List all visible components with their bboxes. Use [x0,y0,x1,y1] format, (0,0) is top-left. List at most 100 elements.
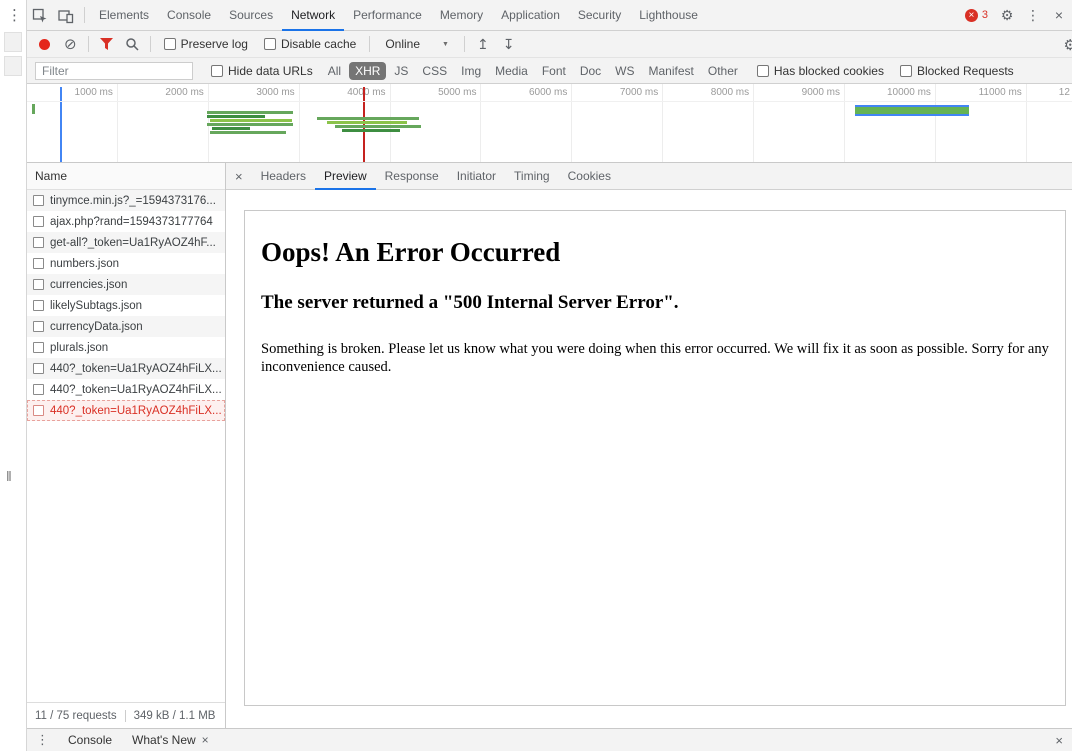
tab-application[interactable]: Application [492,0,569,31]
tick-label: 6000 ms [529,87,567,98]
tab-close-icon[interactable]: × [202,729,209,751]
filter-pill-css[interactable]: CSS [416,62,453,80]
waterfall-bar [212,127,250,130]
tab-security[interactable]: Security [569,0,630,31]
filter-pill-img[interactable]: Img [455,62,487,80]
filter-pill-media[interactable]: Media [489,62,534,80]
tick-label: 9000 ms [802,87,840,98]
table-row[interactable]: 440?_token=Ua1RyAOZ4hFiLX... [27,379,225,400]
filter-pill-xhr[interactable]: XHR [349,62,386,80]
checkbox-icon [757,65,769,77]
separator [88,36,89,52]
filter-pill-font[interactable]: Font [536,62,572,80]
file-icon [33,363,44,374]
clear-icon[interactable]: ⊘ [64,37,77,52]
tab-timing[interactable]: Timing [505,163,559,190]
network-conditions-gear-icon[interactable]: ⚙ [1064,36,1072,54]
table-row[interactable]: likelySubtags.json [27,295,225,316]
disable-cache-checkbox[interactable]: Disable cache [264,37,356,51]
table-row[interactable]: ajax.php?rand=1594373177764 [27,211,225,232]
filter-pill-other[interactable]: Other [702,62,744,80]
tab-lighthouse[interactable]: Lighthouse [630,0,707,31]
tab-headers[interactable]: Headers [252,163,315,190]
has-blocked-cookies-checkbox[interactable]: Has blocked cookies [757,64,884,78]
filter-pill-doc[interactable]: Doc [574,62,607,80]
close-devtools-icon[interactable]: × [1046,0,1072,31]
preview-pane: Oops! An Error Occurred The server retur… [226,190,1072,728]
waterfall-bar [335,125,421,128]
error-page-body: Something is broken. Please let us know … [261,340,1049,376]
hide-data-urls-checkbox[interactable]: Hide data URLs [211,64,313,78]
table-row[interactable]: get-all?_token=Ua1RyAOZ4hF... [27,232,225,253]
tick-label: 3000 ms [256,87,294,98]
filter-pill-all[interactable]: All [322,62,347,80]
file-icon [33,216,44,227]
tab-cookies[interactable]: Cookies [559,163,620,190]
device-toolbar-icon[interactable] [53,0,79,31]
blocked-requests-checkbox[interactable]: Blocked Requests [900,64,1014,78]
request-name: likelySubtags.json [50,300,142,312]
close-detail-icon[interactable]: × [226,169,252,184]
tab-memory[interactable]: Memory [431,0,492,31]
waterfall-bar [207,123,293,126]
tab-sources[interactable]: Sources [220,0,282,31]
resize-handle-icon[interactable]: ‖ [6,468,12,484]
drawer-tab-whats-new[interactable]: What's New × [122,729,219,751]
filter-pill-js[interactable]: JS [388,62,414,80]
table-row[interactable]: tinymce.min.js?_=1594373176... [27,190,225,211]
timeline-column: 8000 ms [663,84,754,162]
search-icon[interactable] [125,37,139,51]
name-column-header[interactable]: Name [27,163,225,190]
network-overview-timeline[interactable]: 1000 ms 2000 ms 3000 ms 4000 ms 5000 ms … [27,84,1072,163]
request-detail-panel: × Headers Preview Response Initiator Tim… [226,163,1072,728]
timeline-column: 1000 ms [27,84,118,162]
devtools-window: ⋮ ‖ Elements Console Sources Network Per… [0,0,1072,751]
tab-initiator[interactable]: Initiator [448,163,505,190]
drawer-tab-console[interactable]: Console [58,729,122,751]
waterfall-bar [207,115,265,118]
error-page-title: Oops! An Error Occurred [261,237,1049,268]
table-row-error-selected[interactable]: 440?_token=Ua1RyAOZ4hFiLX... [27,400,225,421]
table-row[interactable]: plurals.json [27,337,225,358]
throttling-select[interactable]: Online ▼ [385,37,449,51]
checkbox-icon [211,65,223,77]
filter-pill-ws[interactable]: WS [609,62,640,80]
more-vertical-icon[interactable]: ⋮ [1020,0,1046,31]
more-vertical-icon[interactable]: ⋮ [27,732,58,748]
inspect-icon[interactable] [27,0,53,31]
export-har-icon[interactable]: ↧ [503,37,515,51]
timeline-column: 6000 ms [481,84,572,162]
preserve-log-checkbox[interactable]: Preserve log [164,37,248,51]
tab-performance[interactable]: Performance [344,0,431,31]
tab-console[interactable]: Console [158,0,220,31]
separator [84,7,85,23]
tab-elements[interactable]: Elements [90,0,158,31]
preserve-log-label: Preserve log [181,37,248,51]
request-name: currencyData.json [50,321,143,333]
filter-input[interactable] [35,62,193,80]
requests-count: 11 / 75 requests [35,710,117,722]
tick-label: 10000 ms [887,87,931,98]
waterfall-bar [210,119,292,122]
has-blocked-cookies-label: Has blocked cookies [774,64,884,78]
waterfall-bar-selected [855,105,969,116]
error-icon: × [965,9,978,22]
more-vertical-icon[interactable]: ⋮ [7,6,22,24]
filter-pill-manifest[interactable]: Manifest [643,62,700,80]
table-row[interactable]: 440?_token=Ua1RyAOZ4hFiLX... [27,358,225,379]
settings-gear-icon[interactable]: ⚙ [994,0,1020,31]
tab-preview[interactable]: Preview [315,163,376,190]
table-row[interactable]: currencies.json [27,274,225,295]
import-har-icon[interactable]: ↥ [477,37,489,51]
close-drawer-icon[interactable]: × [1046,733,1072,748]
filter-funnel-icon[interactable] [100,38,113,50]
tab-network[interactable]: Network [282,0,344,31]
error-badge[interactable]: × 3 [965,9,988,22]
table-row[interactable]: currencyData.json [27,316,225,337]
request-list: tinymce.min.js?_=1594373176... ajax.php?… [27,190,225,702]
table-row[interactable]: numbers.json [27,253,225,274]
record-button[interactable] [39,39,50,50]
tab-response[interactable]: Response [376,163,448,190]
drawer-tabbar: ⋮ Console What's New × × [27,728,1072,751]
request-name: 440?_token=Ua1RyAOZ4hFiLX... [50,363,222,375]
